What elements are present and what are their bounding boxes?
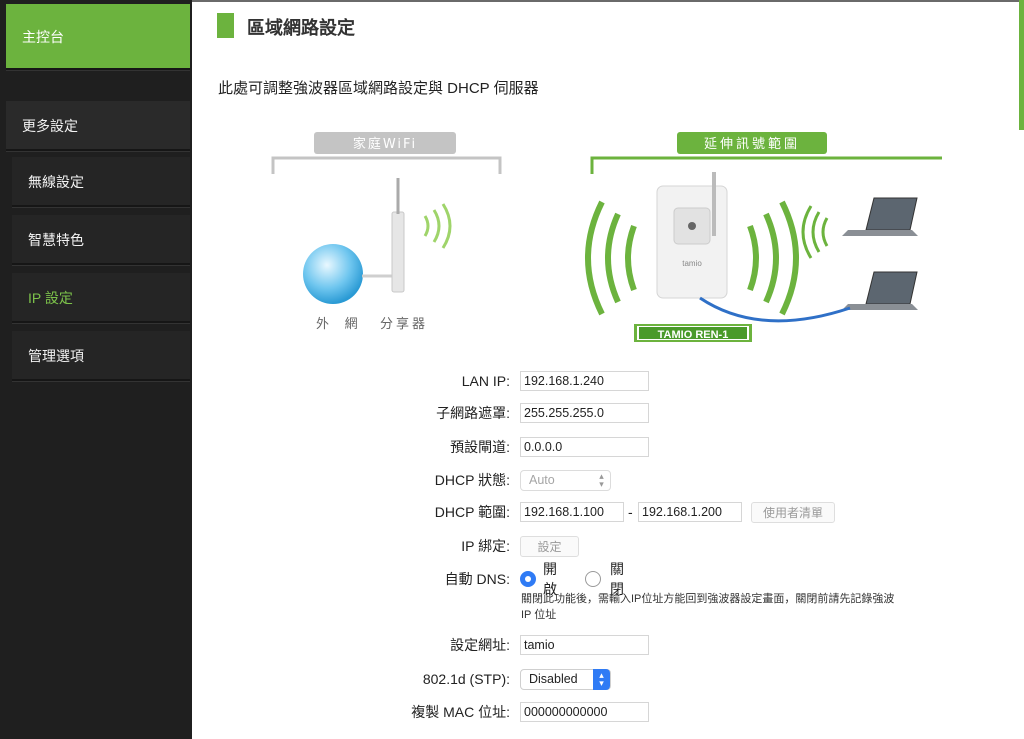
sidebar-item-label: 無線設定 [28, 174, 84, 190]
main-content: 區域網路設定 此處可調整強波器區域網路設定與 DHCP 伺服器 家庭WiFi 外… [192, 0, 1024, 739]
clone-mac-label: 複製 MAC 位址: [411, 704, 510, 720]
clone-mac-input[interactable]: 000000000000 [520, 702, 649, 722]
title-accent [217, 13, 234, 38]
extender-brand: tamio [682, 259, 702, 268]
sidebar-item-label: 更多設定 [22, 118, 78, 134]
dhcp-range-label: DHCP 範圍: [434, 504, 510, 520]
auto-dns-note-line1: 關閉此功能後，需輸入IP位址方能回到強波器設定畫面，關閉前請先記錄強波 [521, 593, 895, 605]
extend-range-label: 延伸訊號範圍 [704, 136, 800, 151]
dhcp-range-end-input[interactable]: 192.168.1.200 [638, 502, 742, 522]
laptop-icon [865, 197, 918, 231]
page-description: 此處可調整強波器區域網路設定與 DHCP 伺服器 [218, 80, 539, 97]
sidebar-item-smart-features[interactable]: 智慧特色 [12, 215, 190, 265]
range-separator: - [628, 504, 633, 520]
stp-label: 802.1d (STP): [422, 671, 510, 687]
ip-bind-label: IP 綁定: [461, 538, 510, 554]
sidebar: 主控台 更多設定 無線設定 智慧特色 IP 設定 管理選項 [0, 0, 192, 739]
dhcp-status-select[interactable]: Auto ▴ ▾ [520, 469, 611, 491]
sidebar-item-more-settings[interactable]: 更多設定 [6, 101, 190, 151]
user-list-button[interactable]: 使用者清單 [751, 501, 835, 523]
subnet-input[interactable]: 255.255.255.0 [520, 403, 649, 423]
auto-dns-label: 自動 DNS: [444, 571, 510, 587]
sidebar-item-label: 主控台 [22, 29, 64, 45]
page-title: 區域網路設定 [247, 18, 355, 38]
gateway-label: 預設閘道: [450, 439, 510, 455]
chevron-updown-icon: ▴ ▾ [599, 471, 604, 489]
external-net-label: 外 網 [316, 316, 364, 331]
sidebar-item-ip-settings[interactable]: IP 設定 [12, 273, 190, 323]
top-divider [192, 0, 1024, 2]
network-illustration: 家庭WiFi 外 網 分享器 延伸訊號範圍 tamio TAMIO REN-1 [271, 132, 942, 342]
hostname-label: 設定網址: [450, 637, 510, 653]
dhcp-range-start-input[interactable]: 192.168.1.100 [520, 502, 624, 522]
sidebar-item-label: IP 設定 [28, 290, 73, 306]
lan-ip-input[interactable]: 192.168.1.240 [520, 371, 649, 391]
sidebar-item-management[interactable]: 管理選項 [12, 331, 190, 381]
auto-dns-note-line2: IP 位址 [521, 609, 557, 621]
lan-ip-label: LAN IP: [461, 373, 510, 389]
device-model-label: TAMIO REN-1 [658, 329, 729, 341]
ip-bind-settings-button[interactable]: 設定 [520, 535, 579, 557]
chevron-updown-icon: ▴ ▾ [593, 668, 610, 690]
globe-icon [303, 244, 363, 304]
sidebar-item-wireless[interactable]: 無線設定 [12, 157, 190, 207]
dhcp-status-value: Auto [529, 473, 555, 487]
auto-dns-off-radio[interactable] [585, 571, 601, 587]
sidebar-item-dashboard[interactable]: 主控台 [6, 4, 190, 70]
hostname-input[interactable]: tamio [520, 635, 649, 655]
router-label: 分享器 [380, 316, 428, 331]
sidebar-item-label: 智慧特色 [28, 232, 84, 248]
auto-dns-on-radio[interactable] [520, 571, 536, 587]
subnet-label: 子網路遮罩: [436, 405, 510, 421]
stp-value: Disabled [529, 672, 578, 686]
sidebar-item-label: 管理選項 [28, 348, 84, 364]
scrollbar[interactable] [1019, 0, 1024, 130]
stp-select[interactable]: Disabled ▴ ▾ [520, 668, 611, 690]
router-icon [391, 211, 405, 293]
laptop-icon [865, 271, 918, 305]
dhcp-status-label: DHCP 狀態: [434, 472, 510, 488]
gateway-input[interactable]: 0.0.0.0 [520, 437, 649, 457]
home-wifi-label: 家庭WiFi [353, 136, 417, 152]
